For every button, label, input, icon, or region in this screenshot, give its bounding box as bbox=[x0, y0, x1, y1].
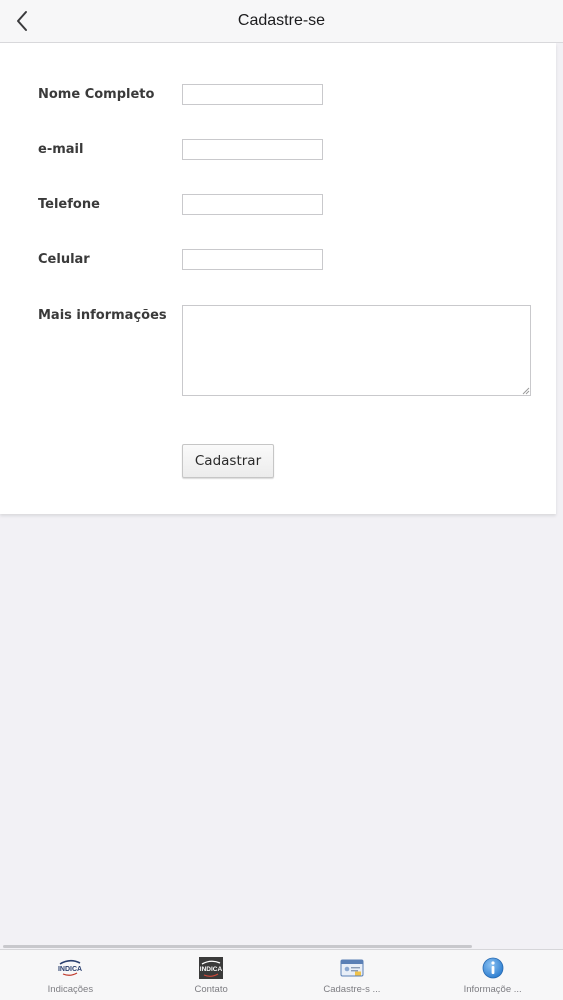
indica-logo-text: INDICA bbox=[58, 966, 82, 973]
mobile-input[interactable] bbox=[182, 249, 323, 270]
app-root: Cadastre-se Nome Completo e-mail Telefon… bbox=[0, 0, 563, 1000]
tab-label-indicacoes: Indicações bbox=[47, 984, 94, 995]
contact-logo-text: INDICA bbox=[200, 966, 223, 973]
email-input[interactable] bbox=[182, 139, 323, 160]
tab-label-cadastre-se: Cadastre-s ... bbox=[323, 984, 381, 995]
id-card-icon bbox=[339, 957, 365, 979]
tab-informacoes[interactable]: Informaçõe ... bbox=[422, 950, 563, 1000]
tab-label-informacoes: Informaçõe ... bbox=[463, 984, 522, 995]
tab-contato[interactable]: INDICA Contato bbox=[141, 950, 282, 1000]
registration-form: Nome Completo e-mail Telefone Celular Ma… bbox=[0, 43, 556, 514]
tab-cadastre-se[interactable]: Cadastre-s ... bbox=[282, 950, 423, 1000]
indica-logo-icon: INDICA bbox=[57, 957, 83, 979]
resize-grip-icon[interactable] bbox=[522, 387, 530, 395]
tab-bar: INDICA Indicações INDICA Contato Cadastr… bbox=[0, 949, 563, 1000]
more-info-textarea[interactable] bbox=[182, 305, 531, 396]
more-info-label: Mais informações bbox=[38, 308, 167, 323]
full-name-label: Nome Completo bbox=[38, 87, 155, 102]
contact-logo-icon: INDICA bbox=[198, 957, 224, 979]
tab-label-contato: Contato bbox=[194, 984, 228, 995]
navigation-bar: Cadastre-se bbox=[0, 0, 563, 43]
submit-button[interactable]: Cadastrar bbox=[182, 444, 274, 478]
email-label: e-mail bbox=[38, 142, 84, 157]
mobile-label: Celular bbox=[38, 252, 90, 267]
full-name-input[interactable] bbox=[182, 84, 323, 105]
phone-label: Telefone bbox=[38, 197, 100, 212]
tab-indicacoes[interactable]: INDICA Indicações bbox=[0, 950, 141, 1000]
phone-input[interactable] bbox=[182, 194, 323, 215]
page-title: Cadastre-se bbox=[237, 12, 326, 29]
scroll-indicator bbox=[3, 945, 472, 948]
info-icon bbox=[480, 957, 506, 979]
